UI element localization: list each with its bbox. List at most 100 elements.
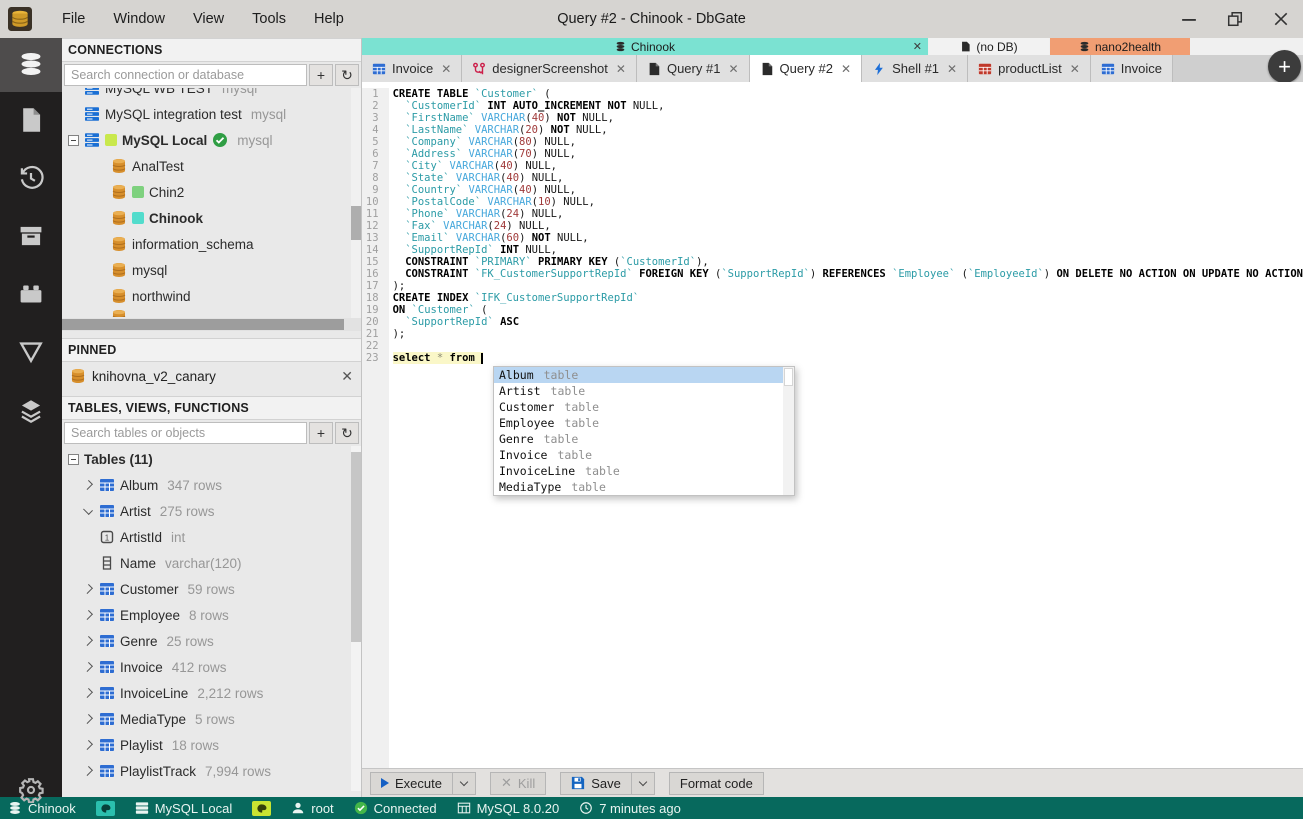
close-tab-icon[interactable]: ✕: [616, 62, 626, 76]
suggestion-mediatype[interactable]: MediaType table: [494, 479, 794, 495]
rail-item-filter[interactable]: [0, 324, 62, 382]
connection-item-northwind[interactable]: northwind: [62, 283, 361, 309]
tab-shell-1[interactable]: Shell #1 ✕: [862, 55, 969, 82]
suggestion-invoiceline[interactable]: InvoiceLine table: [494, 463, 794, 479]
tab-query-2[interactable]: Query #2 ✕: [749, 55, 863, 82]
close-tab-icon[interactable]: ✕: [728, 62, 738, 76]
connection-item-mysql[interactable]: mysql: [62, 257, 361, 283]
chevron-right-icon[interactable]: [83, 636, 93, 646]
autocomplete-scrollbar[interactable]: [783, 367, 794, 495]
column-item-name[interactable]: Name varchar(120): [62, 550, 361, 576]
tables-search-input[interactable]: [64, 422, 307, 444]
scrollbar-thumb[interactable]: [351, 206, 361, 240]
chevron-right-icon[interactable]: [83, 610, 93, 620]
chevron-right-icon[interactable]: [83, 714, 93, 724]
table-item-customer[interactable]: Customer 59 rows: [62, 576, 361, 602]
save-dropdown-button[interactable]: [630, 771, 655, 795]
new-tab-button[interactable]: +: [1268, 50, 1301, 83]
suggestion-invoice[interactable]: Invoice table: [494, 447, 794, 463]
tab-invoice[interactable]: Invoice: [1090, 55, 1173, 82]
execute-dropdown-button[interactable]: [451, 771, 476, 795]
database-color-badge[interactable]: [95, 800, 115, 816]
table-item-artist[interactable]: Artist 275 rows: [62, 498, 361, 524]
pinned-item[interactable]: knihovna_v2_canary ✕: [62, 362, 361, 390]
execute-button[interactable]: Execute: [370, 771, 452, 795]
settings-gear-icon[interactable]: [0, 765, 62, 815]
connection-item-chinook[interactable]: Chinook: [62, 205, 361, 231]
connection-item-mysql-wb-test[interactable]: MySQL WB TEST mysql: [62, 88, 361, 101]
table-item-employee[interactable]: Employee 8 rows: [62, 602, 361, 628]
chevron-right-icon[interactable]: [83, 740, 93, 750]
connection-search-input[interactable]: [64, 64, 307, 86]
tables-group-tables-11-[interactable]: Tables (11): [62, 446, 361, 472]
suggestion-artist[interactable]: Artist table: [494, 383, 794, 399]
close-tab-icon[interactable]: ✕: [841, 62, 851, 76]
table-item-invoiceline[interactable]: InvoiceLine 2,212 rows: [62, 680, 361, 706]
tab-invoice[interactable]: Invoice ✕: [362, 55, 463, 82]
chevron-right-icon[interactable]: [83, 480, 93, 490]
tab-productlist[interactable]: productList ✕: [968, 55, 1091, 82]
suggestion-genre[interactable]: Genre table: [494, 431, 794, 447]
table-item-album[interactable]: Album 347 rows: [62, 472, 361, 498]
table-item-genre[interactable]: Genre 25 rows: [62, 628, 361, 654]
connection-item[interactable]: [62, 309, 361, 317]
save-button[interactable]: Save: [560, 771, 631, 795]
refresh-connections-button[interactable]: ↻: [335, 64, 359, 86]
connections-vertical-scrollbar[interactable]: [351, 88, 361, 318]
close-tab-icon[interactable]: ✕: [441, 62, 451, 76]
rail-item-plugins[interactable]: [0, 266, 62, 324]
tab-group--no-db-[interactable]: (no DB): [929, 38, 1049, 55]
menu-help[interactable]: Help: [314, 11, 344, 27]
scrollbar-thumb[interactable]: [351, 452, 361, 642]
suggestion-customer[interactable]: Customer table: [494, 399, 794, 415]
connection-color-badge[interactable]: [252, 800, 272, 816]
scrollbar-thumb[interactable]: [62, 319, 344, 330]
collapse-toggle[interactable]: [68, 134, 79, 146]
chevron-right-icon[interactable]: [83, 766, 93, 776]
collapse-toggle[interactable]: [68, 453, 79, 465]
tab-group-chinook[interactable]: Chinook ✕: [362, 38, 928, 55]
connection-item-information-schema[interactable]: information_schema: [62, 231, 361, 257]
status-user[interactable]: root: [291, 801, 334, 816]
menu-window[interactable]: Window: [113, 11, 165, 27]
table-item-invoice[interactable]: Invoice 412 rows: [62, 654, 361, 680]
table-item-mediatype[interactable]: MediaType 5 rows: [62, 706, 361, 732]
connections-horizontal-scrollbar[interactable]: [62, 318, 361, 331]
suggestion-album[interactable]: Album table: [494, 367, 794, 383]
column-item-artistid[interactable]: 1 ArtistId int: [62, 524, 361, 550]
tables-vertical-scrollbar[interactable]: [351, 446, 361, 791]
status-connection[interactable]: MySQL Local: [135, 801, 232, 816]
connection-item-mysql-local[interactable]: MySQL Local mysql: [62, 127, 361, 153]
menu-tools[interactable]: Tools: [252, 11, 286, 27]
rail-item-archive[interactable]: [0, 208, 62, 266]
tab-group-nano2health[interactable]: nano2health: [1050, 38, 1190, 55]
tab-designerscreenshot[interactable]: designerScreenshot ✕: [462, 55, 637, 82]
rail-item-layers[interactable]: [0, 382, 62, 440]
refresh-objects-button[interactable]: ↻: [335, 422, 359, 444]
table-item-playlist[interactable]: Playlist 18 rows: [62, 732, 361, 758]
rail-item-history[interactable]: [0, 150, 62, 208]
unpin-close-icon[interactable]: ✕: [341, 368, 353, 385]
connection-item-chin2[interactable]: Chin2: [62, 179, 361, 205]
chevron-down-icon[interactable]: [83, 504, 93, 515]
menu-file[interactable]: File: [62, 11, 85, 27]
restore-icon[interactable]: [1227, 11, 1243, 27]
close-tab-icon[interactable]: ✕: [1070, 62, 1080, 76]
chevron-right-icon[interactable]: [83, 688, 93, 698]
chevron-right-icon[interactable]: [83, 662, 93, 672]
close-tab-icon[interactable]: ✕: [947, 62, 957, 76]
table-item-playlisttrack[interactable]: PlaylistTrack 7,994 rows: [62, 758, 361, 784]
add-connection-button[interactable]: +: [309, 64, 333, 86]
scrollbar-thumb[interactable]: [784, 368, 793, 386]
rail-item-database[interactable]: [0, 38, 62, 92]
rail-item-files[interactable]: [0, 92, 62, 150]
kill-button[interactable]: ✕ Kill: [489, 771, 547, 795]
tab-query-1[interactable]: Query #1 ✕: [636, 55, 750, 82]
menu-view[interactable]: View: [193, 11, 224, 27]
connection-item-mysql-integration-test[interactable]: MySQL integration test mysql: [62, 101, 361, 127]
minimize-icon[interactable]: [1181, 11, 1197, 27]
suggestion-employee[interactable]: Employee table: [494, 415, 794, 431]
close-group-icon[interactable]: ✕: [913, 40, 922, 53]
chevron-right-icon[interactable]: [83, 584, 93, 594]
format-code-button[interactable]: Format code: [668, 771, 764, 795]
